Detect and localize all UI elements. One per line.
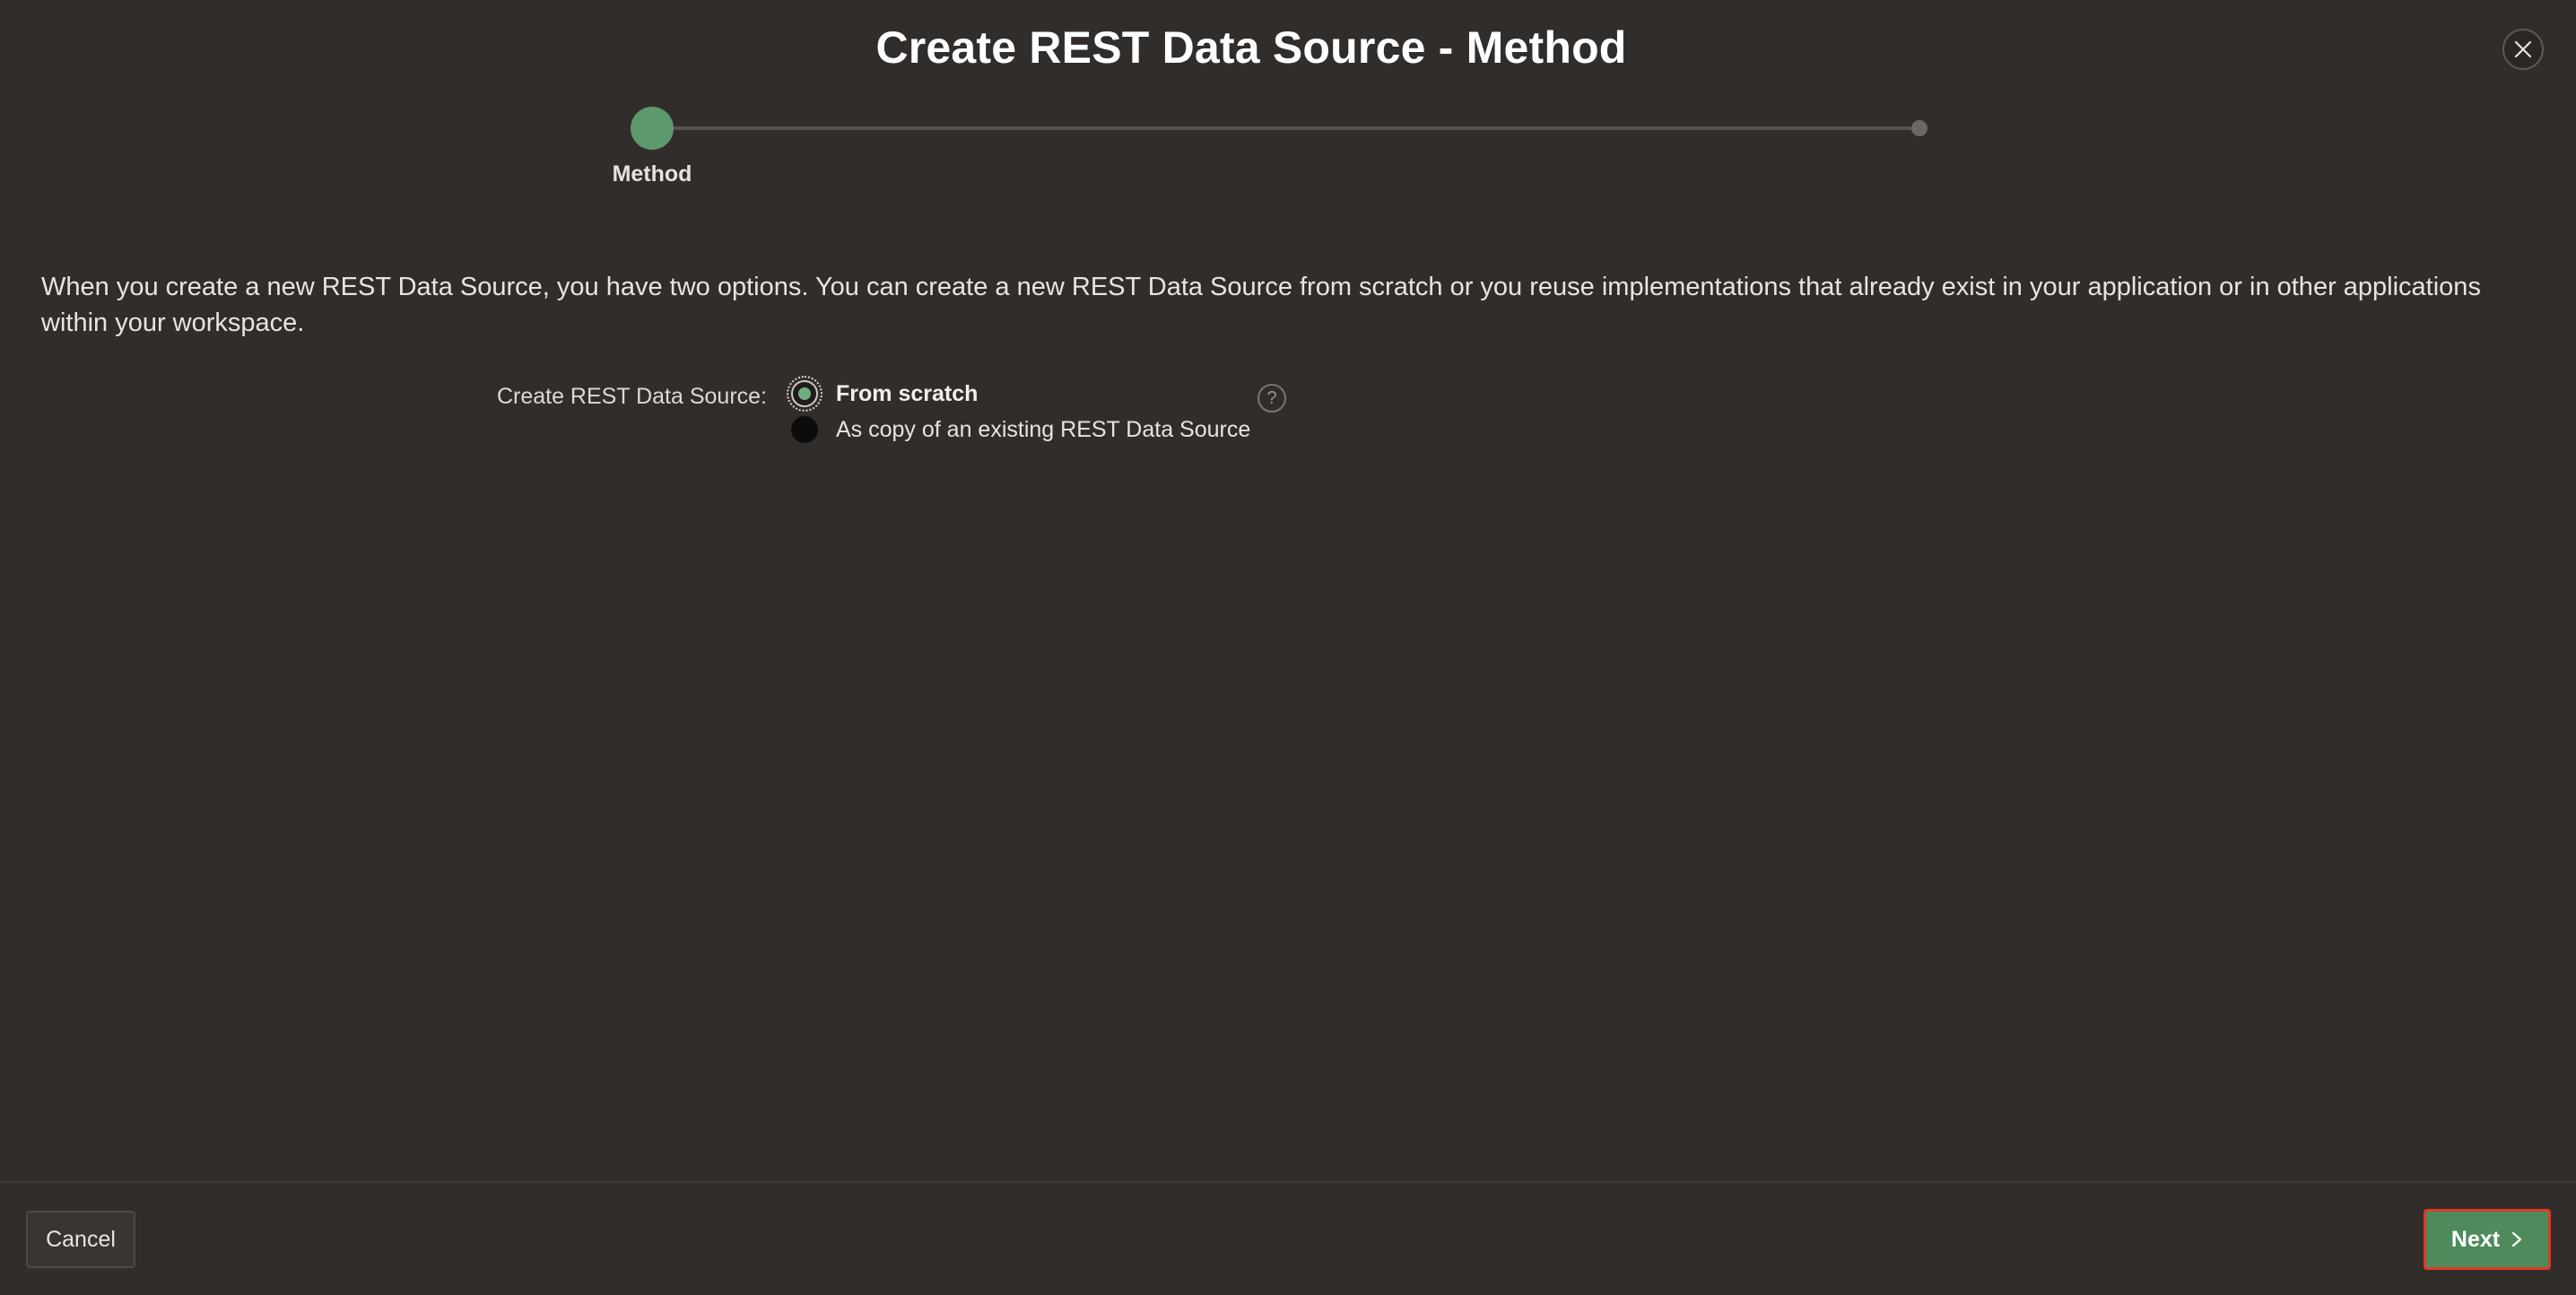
wizard-track [653,126,1919,130]
chevron-right-icon [2511,1230,2523,1248]
help-icon-glyph: ? [1266,387,1277,408]
wizard-step-end-marker [1911,120,1928,136]
radio-copy-existing-label[interactable]: As copy of an existing REST Data Source [836,417,1250,443]
cancel-button-label: Cancel [46,1226,116,1252]
wizard-step-method-marker [631,107,674,150]
create-rest-data-source-dialog: Create REST Data Source - Method Method … [0,0,2576,1295]
wizard-step-method-label: Method [612,161,692,187]
wizard-progress: Method [0,0,2576,197]
radio-copy-existing[interactable]: As copy of an existing REST Data Source [791,416,1250,443]
next-button-label: Next [2450,1226,2501,1252]
next-button[interactable]: Next [2424,1209,2551,1270]
cancel-button[interactable]: Cancel [26,1211,135,1268]
footer-divider [0,1181,2576,1183]
help-icon[interactable]: ? [1258,384,1286,413]
radio-from-scratch-label[interactable]: From scratch [836,381,978,407]
create-rest-data-source-label: Create REST Data Source: [496,384,767,409]
radio-from-scratch[interactable]: From scratch [787,376,978,412]
method-description: When you create a new REST Data Source, … [41,273,2481,337]
radio-from-scratch-control[interactable] [787,376,822,412]
radio-copy-existing-control[interactable] [791,416,818,443]
